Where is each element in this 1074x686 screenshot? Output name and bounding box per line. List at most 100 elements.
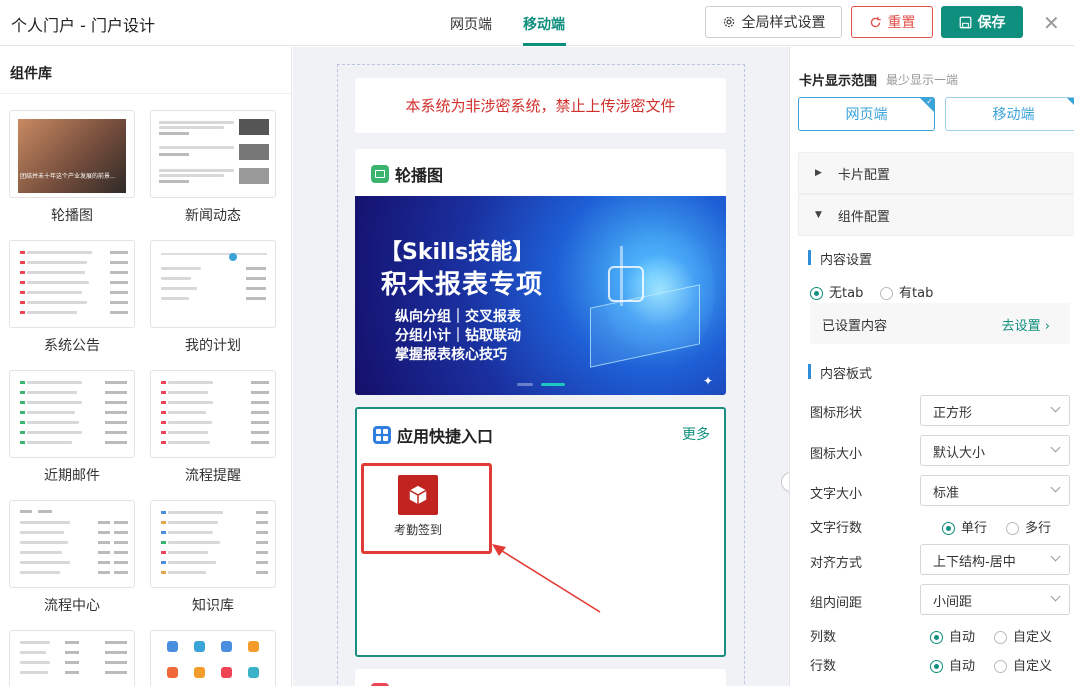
global-style-label: 全局样式设置 (741, 15, 826, 31)
range-hint: 最少显示一端 (886, 73, 959, 87)
library-title: 组件库 (10, 66, 52, 82)
shortcut-title: 应用快捷入口 (397, 427, 494, 446)
radio-checked-icon (810, 287, 823, 300)
single-line-label: 单行 (961, 521, 988, 536)
banner-line2: 积木报表专项 (381, 270, 544, 300)
library-item-label: 系统公告 (44, 338, 100, 354)
font-size-select[interactable]: 标准 (920, 475, 1070, 506)
banner-line1: 【Skills技能】 (380, 240, 535, 265)
card-config-section[interactable]: ▶ 卡片配置 (798, 152, 1074, 194)
thumb-workflow-center[interactable] (9, 500, 135, 588)
library-item-label: 近期邮件 (44, 468, 100, 484)
rows-custom-radio[interactable]: 自定义 (994, 655, 1052, 674)
no-tab-radio[interactable]: 无tab (810, 282, 863, 301)
align-select[interactable]: 上下结构-居中 (920, 544, 1070, 575)
attendance-app-label[interactable]: 考勤签到 (372, 521, 464, 538)
thumb-shortcuts[interactable] (150, 630, 276, 686)
range-mobile-button[interactable]: 移动端 ✓ (945, 97, 1074, 131)
thumb-announcement[interactable] (9, 240, 135, 328)
columns-custom-radio[interactable]: 自定义 (994, 626, 1052, 645)
carousel-title: 轮播图 (395, 166, 444, 185)
rows-auto-radio[interactable]: 自动 (930, 655, 975, 674)
spacing-select[interactable]: 小间距 (920, 584, 1070, 615)
carousel-card-header: 轮播图 (371, 162, 443, 186)
banner-line5: 掌握报表核心技巧 (395, 347, 507, 363)
box-icon (409, 485, 427, 505)
spacing-value: 小间距 (933, 595, 973, 610)
banner-line3: 纵向分组｜交叉报表 (395, 309, 521, 325)
columns-auto-label: 自动 (949, 630, 976, 645)
single-line-radio[interactable]: 单行 (942, 517, 987, 536)
banner-line4: 分组小计｜钻取联动 (395, 328, 521, 344)
check-icon: ✓ (926, 97, 933, 106)
range-title: 卡片显示范围 (799, 74, 878, 89)
icon-shape-select[interactable]: 正方形 (920, 395, 1070, 426)
component-config-section[interactable]: ▼ 组件配置 (798, 194, 1074, 236)
reset-label: 重置 (887, 15, 916, 31)
content-set-row: 已设置内容 去设置 › (810, 303, 1070, 344)
content-layout-heading: 内容板式 (808, 363, 872, 382)
align-label: 对齐方式 (810, 556, 863, 571)
icon-size-value: 默认大小 (933, 446, 986, 461)
carousel-dot-active[interactable] (541, 383, 565, 386)
range-web-button[interactable]: 网页端 ✓ (798, 97, 935, 131)
tab-mobile[interactable]: 移动端 (523, 14, 565, 34)
library-item-label: 流程中心 (44, 598, 100, 614)
save-icon (959, 16, 971, 28)
shortcut-card-header: 应用快捷入口 (373, 423, 493, 447)
columns-auto-radio[interactable]: 自动 (930, 626, 975, 645)
chevron-down-icon (1050, 482, 1061, 493)
save-button[interactable]: 保存 (941, 6, 1023, 38)
tab-web[interactable]: 网页端 (450, 14, 492, 34)
align-value: 上下结构-居中 (933, 555, 1016, 570)
component-config-label: 组件配置 (837, 209, 890, 225)
text-lines-label: 文字行数 (810, 521, 863, 536)
radio-unchecked-icon (880, 287, 893, 300)
rows-auto-label: 自动 (949, 659, 976, 674)
shortcut-card[interactable]: 应用快捷入口 更多 考勤签到 (355, 407, 726, 657)
thumb-workflow-reminder[interactable] (150, 370, 276, 458)
chevron-down-icon (1050, 402, 1061, 413)
banner-illustration (580, 246, 710, 368)
active-tab-indicator (523, 43, 566, 46)
attendance-app-icon[interactable] (398, 475, 438, 515)
carousel-banner[interactable]: 【Skills技能】 积木报表专项 纵向分组｜交叉报表 分组小计｜钻取联动 掌握… (355, 196, 726, 395)
caret-right-icon: ▶ (815, 168, 822, 178)
icon-size-select[interactable]: 默认大小 (920, 435, 1070, 466)
no-tab-label: 无tab (829, 286, 864, 301)
close-icon[interactable]: ✕ (1043, 11, 1060, 35)
rows-label: 行数 (810, 659, 837, 674)
thumb-list[interactable] (9, 630, 135, 686)
thumb-carousel[interactable]: 团结并未十年这个产业发展的前景... (9, 110, 135, 198)
reset-button[interactable]: 重置 (851, 6, 933, 38)
thumb-mail[interactable] (9, 370, 135, 458)
radio-checked-icon (930, 660, 943, 673)
thumb-plan[interactable] (150, 240, 276, 328)
thumb-news[interactable] (150, 110, 276, 198)
has-tab-radio[interactable]: 有tab (880, 282, 933, 301)
carousel-card[interactable]: 轮播图 【Skills技能】 积木报表专项 纵向分组｜交叉报表 分组小计｜钻取联… (355, 149, 726, 395)
multi-line-radio[interactable]: 多行 (1006, 517, 1051, 536)
library-item-label: 轮播图 (51, 208, 93, 224)
gear-icon (723, 16, 734, 28)
design-canvas: 本系统为非涉密系统，禁止上传涉密文件 轮播图 【Skills技能】 积木报表专项… (293, 47, 789, 686)
chevron-down-icon (1050, 591, 1061, 602)
config-panel: 卡片显示范围 最少显示一端 网页端 ✓ 移动端 ✓ ▶ 卡片配置 ▼ 组件配置 … (789, 47, 1074, 686)
content-set-label: 已设置内容 (822, 319, 888, 334)
font-size-label: 文字大小 (810, 487, 863, 502)
next-card[interactable] (355, 669, 726, 686)
apps-grid-icon (373, 426, 391, 444)
thumb-knowledge-base[interactable] (150, 500, 276, 588)
thumb-banner-caption: 团结并未十年这个产业发展的前景... (20, 173, 116, 180)
radio-unchecked-icon (994, 660, 1007, 673)
columns-label: 列数 (810, 630, 837, 645)
rows-custom-label: 自定义 (1013, 659, 1053, 674)
more-link[interactable]: 更多 (682, 424, 710, 444)
carousel-dot[interactable] (517, 383, 533, 386)
global-style-button[interactable]: 全局样式设置 (705, 6, 842, 38)
go-set-link[interactable]: 去设置 › (1002, 315, 1050, 334)
page-title: 个人门户 - 门户设计 (11, 16, 155, 35)
font-size-value: 标准 (933, 486, 960, 501)
columns-custom-label: 自定义 (1013, 630, 1053, 645)
sparkle-icon: ✦ (703, 374, 714, 388)
